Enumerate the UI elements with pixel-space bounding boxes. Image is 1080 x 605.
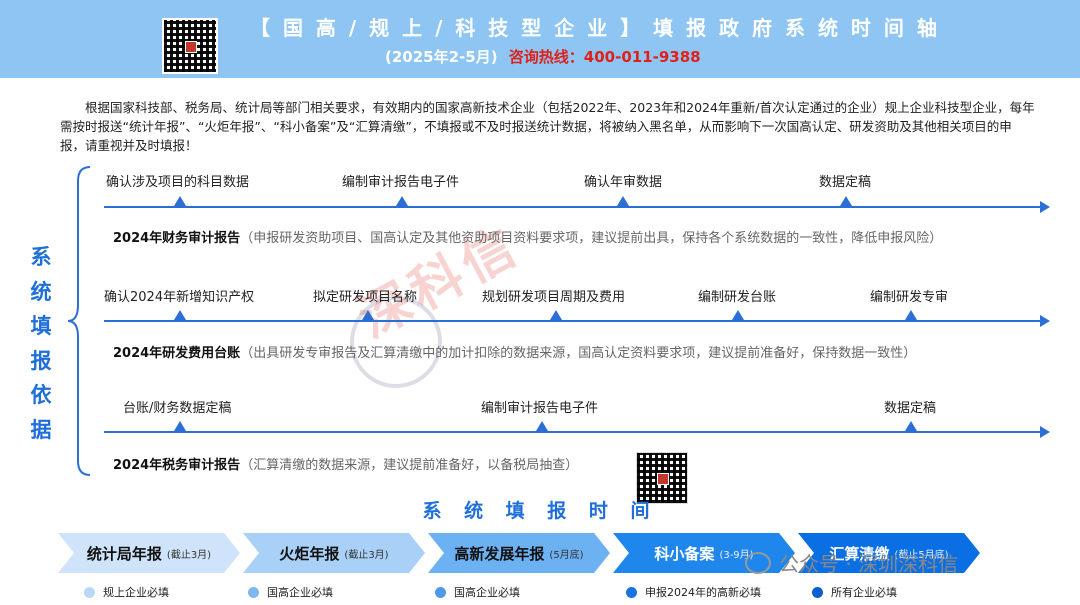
date-range: (2025年2-5月)	[385, 48, 498, 66]
milestone-marker-icon	[617, 196, 629, 206]
stage-name: 科小备案	[654, 544, 715, 563]
side-label-char: 报	[30, 348, 52, 373]
timeline-arrow	[104, 201, 1050, 213]
milestone-label: 数据定稿	[819, 175, 872, 190]
milestone-marker-icon	[174, 310, 186, 320]
stage-chevron: 火炬年报 (截止3月)	[243, 533, 425, 573]
hotline-text: 咨询热线：400-011-9388	[508, 48, 701, 66]
wechat-icon	[745, 551, 771, 574]
milestone-marker-icon	[550, 310, 562, 320]
legend-dot	[435, 586, 446, 598]
side-label-char: 统	[30, 279, 52, 304]
legend-label: 国高企业必填	[267, 586, 333, 599]
legend-item: 国高企业必填	[435, 584, 520, 600]
milestone-label: 编制审计报告电子件	[342, 175, 460, 190]
side-label: 系 统 填 报 依 据	[28, 240, 54, 447]
legend-item: 申报2024年的高新必填	[626, 584, 761, 600]
report-title: 2024年财务审计报告	[113, 231, 241, 246]
milestone-marker-icon	[840, 196, 852, 206]
report-line: 2024年财务审计报告（申报研发资助项目、国高认定及其他资助项目资料要求项，建议…	[113, 227, 942, 246]
legend-dot	[84, 586, 95, 598]
milestone-marker-icon	[732, 310, 744, 320]
stage-chevron: 统计局年报 (截止3月)	[58, 533, 240, 573]
legend-label: 规上企业必填	[103, 586, 169, 599]
milestone-marker-icon	[536, 421, 548, 431]
report-title: 2024年研发费用台账	[113, 346, 241, 361]
report-title: 2024年税务审计报告	[113, 458, 241, 473]
legend-dot	[248, 586, 259, 598]
legend-dot	[812, 586, 823, 598]
intro-paragraph: 根据国家科技部、税务局、统计局等部门相关要求，有效期内的国家高新技术企业（包括2…	[60, 100, 1035, 153]
milestone-label: 数据定稿	[884, 401, 937, 416]
stage-chevron: 高新发展年报 (5月底)	[428, 533, 610, 573]
milestone-marker-icon	[396, 196, 408, 206]
stage-deadline: (5月底)	[549, 549, 584, 561]
legend-item: 规上企业必填	[84, 584, 169, 600]
report-note: （汇算清缴的数据来源，建议提前准备好，以备税局抽查）	[240, 458, 579, 473]
side-label-char: 据	[30, 417, 52, 442]
milestone-label: 拟定研发项目名称	[313, 290, 418, 305]
stage-name: 火炬年报	[279, 544, 340, 563]
legend-item: 所有企业必填	[812, 584, 897, 600]
wechat-account: 公众号 · 深圳深科信	[779, 552, 959, 576]
legend-item: 国高企业必填	[248, 584, 333, 600]
legend-label: 国高企业必填	[454, 586, 520, 599]
section-title: 系 统 填 报 时 间	[422, 500, 658, 522]
timeline-arrow	[104, 315, 1050, 327]
timeline-arrow	[104, 426, 1050, 438]
side-label-char: 系	[30, 245, 52, 269]
milestone-label: 规划研发项目周期及费用	[482, 290, 626, 305]
legend-label: 申报2024年的高新必填	[645, 586, 761, 599]
milestone-label: 确认年审数据	[584, 175, 663, 190]
curly-brace-icon	[67, 166, 91, 476]
legend-dot	[626, 586, 637, 598]
report-note: （出具研发专审报告及汇算清缴中的加计扣除的数据来源，国高认定资料要求项，建议提前…	[240, 346, 917, 361]
header-subtitle: (2025年2-5月) 咨询热线：400-011-9388	[385, 46, 701, 67]
wechat-watermark: 公众号 · 深圳深科信	[745, 548, 958, 577]
page-title: 【 国 高 / 规 上 / 科 技 型 企 业 】 填 报 政 府 系 统 时 …	[250, 16, 940, 40]
stage-deadline: (截止3月)	[344, 549, 389, 561]
header-banner: 【 国 高 / 规 上 / 科 技 型 企 业 】 填 报 政 府 系 统 时 …	[0, 0, 1080, 78]
milestone-marker-icon	[905, 421, 917, 431]
milestone-marker-icon	[174, 421, 186, 431]
report-note: （申报研发资助项目、国高认定及其他资助项目资料要求项，建议提前出具，保持各个系统…	[240, 231, 943, 246]
milestone-label: 确认涉及项目的科目数据	[106, 175, 250, 190]
milestone-label: 编制审计报告电子件	[481, 401, 599, 416]
milestone-label: 编制研发专审	[870, 290, 949, 305]
milestone-marker-icon	[905, 310, 917, 320]
report-line: 2024年研发费用台账（出具研发专审报告及汇算清缴中的加计扣除的数据来源，国高认…	[113, 342, 916, 361]
milestone-marker-icon	[174, 196, 186, 206]
report-line: 2024年税务审计报告（汇算清缴的数据来源，建议提前准备好，以备税局抽查）	[113, 454, 578, 473]
side-label-char: 依	[30, 383, 52, 407]
milestone-label: 编制研发台账	[698, 290, 777, 305]
milestone-label: 台账/财务数据定稿	[123, 401, 232, 416]
side-label-char: 填	[30, 314, 52, 338]
qr-code-icon	[162, 18, 218, 74]
stage-name: 统计局年报	[86, 544, 162, 563]
milestone-marker-icon	[362, 310, 374, 320]
stage-deadline: (截止3月)	[166, 549, 212, 561]
stage-name: 高新发展年报	[454, 544, 545, 563]
legend-label: 所有企业必填	[831, 586, 897, 599]
milestone-label: 确认2024年新增知识产权	[104, 290, 255, 305]
